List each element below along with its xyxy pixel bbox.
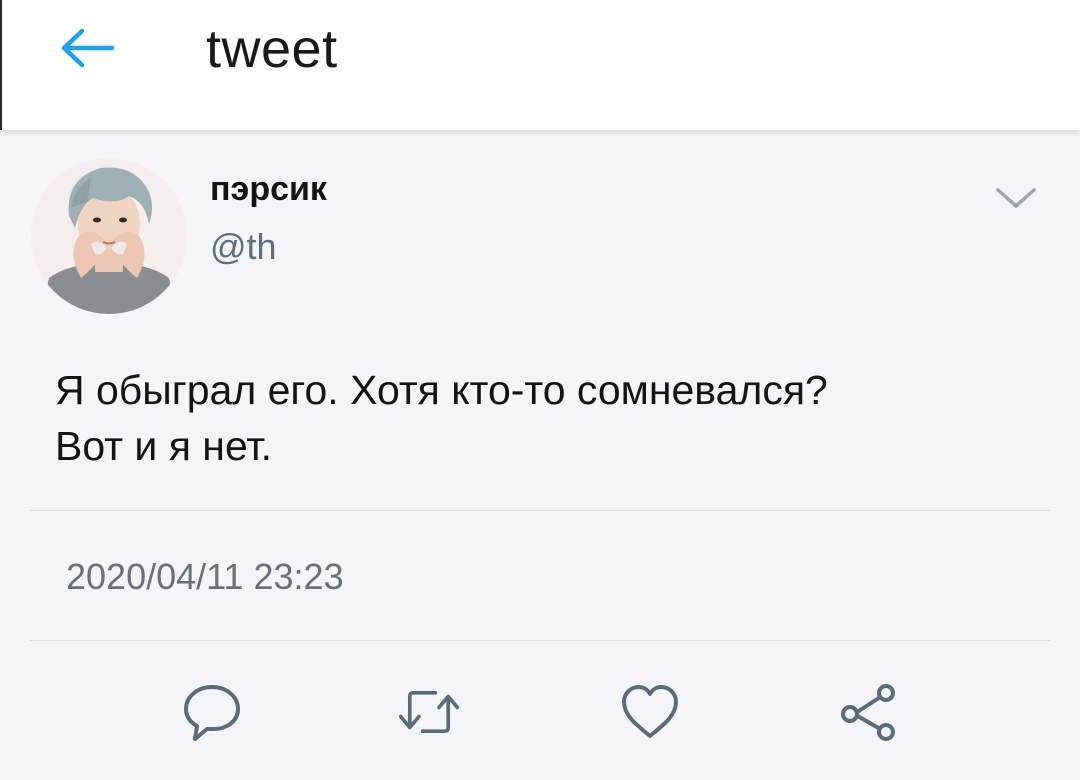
like-icon bbox=[622, 685, 678, 738]
top-app-bar: tweet bbox=[0, 0, 1080, 130]
avatar-image bbox=[31, 158, 187, 314]
chevron-down-icon bbox=[996, 188, 1036, 208]
author-handle[interactable]: @th bbox=[210, 226, 277, 268]
avatar[interactable] bbox=[31, 158, 187, 314]
tweet-timestamp: 2020/04/11 23:23 bbox=[66, 556, 344, 597]
back-button[interactable] bbox=[52, 22, 122, 74]
divider bbox=[30, 510, 1050, 511]
reply-icon bbox=[184, 685, 240, 741]
reply-button[interactable] bbox=[180, 680, 244, 744]
like-button[interactable] bbox=[618, 680, 682, 744]
page-title: tweet bbox=[206, 19, 338, 79]
author-name[interactable]: пэрсик bbox=[210, 170, 327, 209]
retweet-button[interactable] bbox=[397, 680, 461, 744]
retweet-icon bbox=[398, 690, 460, 734]
share-button[interactable] bbox=[838, 680, 902, 744]
window-edge bbox=[0, 0, 2, 130]
arrow-left-icon bbox=[61, 28, 115, 68]
tweet-text: Я обыграл его. Хотя кто-то сомневался? В… bbox=[55, 367, 828, 469]
tweet-menu-button[interactable] bbox=[992, 182, 1040, 214]
share-icon bbox=[841, 684, 895, 741]
divider bbox=[30, 640, 1050, 641]
